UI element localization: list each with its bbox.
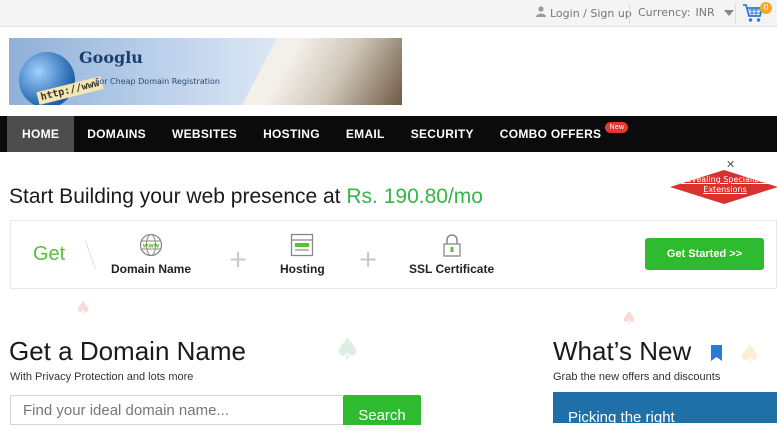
nav-label: COMBO OFFERS: [499, 127, 602, 141]
nav-item-combo-offers[interactable]: COMBO OFFERS New: [487, 116, 629, 152]
promo-text: Picking the right: [568, 409, 675, 423]
brand-name: Googlu: [79, 48, 143, 67]
nav-label: SECURITY: [410, 127, 474, 141]
headline-text: Start Building your web presence at: [9, 185, 341, 208]
nav-label: DOMAINS: [87, 127, 146, 141]
nav-label: WEBSITES: [171, 127, 238, 141]
feature-hosting: Hosting: [280, 233, 325, 276]
lock-icon: [440, 233, 464, 257]
whats-new-subtitle: Grab the new offers and discounts: [553, 371, 721, 383]
divider: [629, 3, 630, 24]
www-globe-icon: www: [139, 233, 163, 257]
get-started-button[interactable]: Get Started >>: [645, 238, 764, 270]
nav-item-security[interactable]: SECURITY: [398, 116, 487, 152]
specialized-extensions-tag[interactable]: ✕ Revealing Specialized Extensions: [670, 158, 777, 206]
banner-artwork: [242, 38, 402, 105]
balloon-decoration-icon: ♠: [621, 308, 638, 329]
feature-domain-name: www Domain Name: [111, 233, 191, 276]
top-bar: Login / Sign up Currency: INR 0: [0, 0, 777, 27]
whats-new-promo-card[interactable]: Picking the right: [553, 392, 777, 423]
nav-label: HOME: [22, 127, 60, 141]
currency-value: INR: [695, 6, 715, 19]
balloon-decoration-icon: ♠: [75, 298, 92, 319]
user-icon: [536, 6, 546, 20]
bookmark-icon: [711, 345, 722, 361]
login-signup-label: Login / Sign up: [550, 6, 632, 20]
plus-icon: +: [358, 245, 379, 273]
currency-label: Currency:: [638, 6, 691, 19]
domain-section-title: Get a Domain Name: [9, 336, 246, 366]
nav-item-home[interactable]: HOME: [7, 116, 75, 152]
currency-selector[interactable]: Currency: INR: [638, 6, 734, 19]
tag-label: Revealing Specialized Extensions: [681, 175, 769, 194]
brand-tagline: For Cheap Domain Registration: [95, 77, 220, 86]
cart-button[interactable]: 0: [742, 2, 772, 23]
get-label: Get: [33, 243, 66, 265]
headline-price: Rs. 190.80/mo: [346, 185, 483, 208]
domain-search-input[interactable]: [10, 395, 343, 425]
nav-item-domains[interactable]: DOMAINS: [74, 116, 159, 152]
nav-label: EMAIL: [345, 127, 385, 141]
cart-count-badge: 0: [760, 2, 772, 14]
balloon-decoration-icon: ♠: [334, 332, 361, 367]
search-button[interactable]: Search: [343, 395, 421, 425]
divider: [735, 3, 736, 24]
nav-label: HOSTING: [263, 127, 320, 141]
balloon-decoration-icon: ♠: [738, 340, 762, 370]
logo-banner[interactable]: http://www Googlu For Cheap Domain Regis…: [9, 38, 402, 105]
whats-new-title: What’s New: [553, 336, 692, 366]
nav-item-hosting[interactable]: HOSTING: [250, 116, 333, 152]
plus-icon: +: [228, 245, 249, 273]
login-signup-link[interactable]: Login / Sign up: [536, 6, 632, 20]
main-nav: HOME DOMAINS WEBSITES HOSTING EMAIL SECU…: [0, 116, 777, 152]
domain-section-subtitle: With Privacy Protection and lots more: [10, 371, 194, 383]
feature-label: Domain Name: [111, 262, 192, 276]
new-badge: New: [605, 122, 629, 133]
bundle-strip: Get www Domain Name + Hosting + SSL Cert…: [10, 220, 777, 289]
svg-text:www: www: [143, 243, 160, 250]
feature-ssl-certificate: SSL Certificate: [409, 233, 494, 276]
feature-label: SSL Certificate: [409, 262, 495, 276]
hero-headline: Start Building your web presence at Rs. …: [9, 185, 483, 209]
bow-icon: ✕: [726, 158, 736, 171]
chevron-down-icon: [723, 9, 734, 16]
feature-label: Hosting: [280, 262, 325, 276]
nav-item-websites[interactable]: WEBSITES: [159, 116, 250, 152]
hosting-window-icon: [290, 233, 314, 257]
nav-item-email[interactable]: EMAIL: [333, 116, 398, 152]
divider-arrow: [77, 241, 97, 269]
